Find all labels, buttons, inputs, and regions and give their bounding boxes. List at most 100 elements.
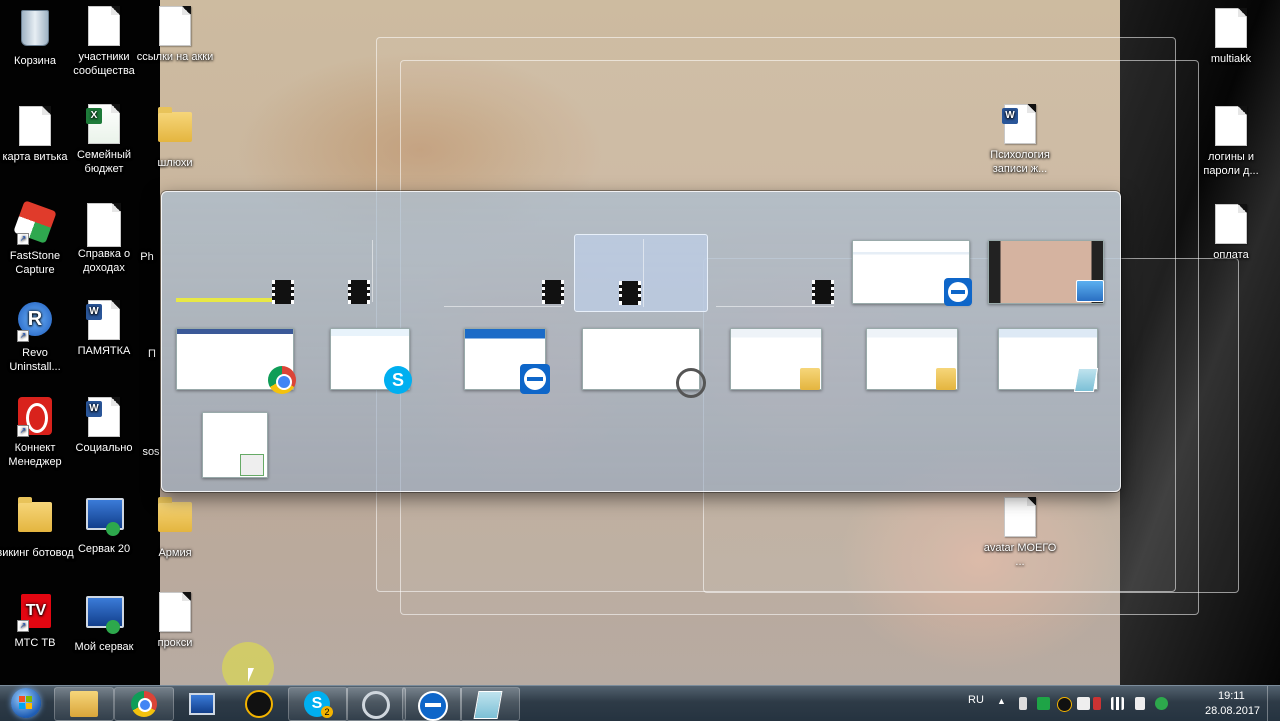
teamviewer-icon: [520, 364, 550, 394]
show-desktop-button[interactable]: [1267, 686, 1280, 721]
folder-icon: [800, 368, 820, 390]
taskbar-button-notepad[interactable]: [460, 687, 520, 721]
folder-icon: [157, 107, 193, 152]
word-document-icon: W: [1002, 104, 1038, 144]
desktop-icon-servak-20[interactable]: Сервак 20: [64, 494, 144, 556]
desktop-icon-label: avatar МОЕГО ...: [983, 542, 1057, 568]
switcher-item-window[interactable]: [582, 328, 706, 398]
switcher-item-video[interactable]: [308, 236, 432, 308]
switcher-item-video[interactable]: [442, 236, 566, 308]
tray-expand-icon[interactable]: ▲: [997, 696, 1006, 706]
switcher-item-desktop[interactable]: [202, 412, 272, 480]
remote-desktop-icon: [86, 498, 124, 538]
folder-icon: [157, 497, 193, 542]
switcher-item-window[interactable]: [998, 328, 1102, 392]
desktop-icon-label: логины и пароли д...: [1203, 151, 1259, 177]
teamviewer-icon: [418, 691, 448, 721]
switcher-item-photo[interactable]: [988, 240, 1112, 308]
desktop-icon-label: multiakk: [1210, 53, 1252, 65]
desktop-icon-label: Социально: [75, 442, 133, 454]
taskbar-button-skype[interactable]: S 2: [288, 687, 348, 721]
desktop-icon-armiya[interactable]: Армия: [135, 494, 215, 560]
triangle-app-icon: [362, 691, 390, 719]
desktop-icon-label: Ph: [140, 251, 154, 263]
skype-icon: S: [384, 366, 412, 394]
taskbar-button-triangle[interactable]: [230, 687, 288, 719]
tray-network-blocked-icon[interactable]: [1077, 697, 1090, 710]
chrome-icon: [131, 691, 157, 717]
desktop-icon-uchastniki[interactable]: участники сообщества: [64, 6, 144, 78]
film-icon: [812, 280, 834, 304]
connect-manager-icon: ↗: [17, 397, 53, 437]
taskbar-button-triangle-2[interactable]: [346, 687, 406, 721]
desktop-icon-loginy[interactable]: логины и пароли д...: [1191, 106, 1271, 178]
taskbar-button-remote[interactable]: [174, 687, 232, 719]
tray-volume-icon[interactable]: [1135, 697, 1145, 710]
recycle-bin-icon: [17, 10, 53, 50]
start-button[interactable]: [4, 686, 48, 721]
film-icon: [348, 280, 370, 304]
desktop-icon-label: Семейный бюджет: [76, 149, 131, 175]
switcher-item-window[interactable]: S: [330, 328, 420, 394]
desktop-icon-psihologiya[interactable]: W Психология записи ж...: [980, 104, 1060, 176]
taskbar-button-chrome[interactable]: [114, 687, 174, 721]
faststone-capture-icon: ↗: [13, 200, 57, 245]
system-tray: RU ▲ 19:11 28.08.2017: [960, 686, 1280, 721]
chrome-icon: [268, 366, 296, 394]
desktop-icon-oplata[interactable]: оплата: [1191, 204, 1271, 262]
taskbar-button-teamviewer[interactable]: [402, 687, 462, 721]
clock-time[interactable]: 19:11: [1218, 690, 1245, 702]
switcher-item-window[interactable]: [852, 240, 976, 308]
desktop-icon-label: карта витька: [2, 151, 68, 163]
windows-start-icon: [11, 688, 41, 718]
desktop-icon-proksi[interactable]: прокси: [135, 592, 215, 650]
desktop-icon-shluhi[interactable]: шлюхи: [135, 104, 215, 170]
desktop-icon-avatar[interactable]: avatar МОЕГО ...: [980, 497, 1060, 569]
mouse-cursor-icon: [248, 668, 254, 682]
taskbar-button-explorer[interactable]: [54, 687, 114, 721]
tray-app-icon[interactable]: [1019, 697, 1027, 710]
switcher-item-window[interactable]: [464, 328, 554, 394]
desktop-icon-label: Revo Uninstall...: [9, 347, 61, 373]
document-icon: [1213, 8, 1249, 48]
clock-date[interactable]: 28.08.2017: [1205, 705, 1260, 717]
taskbar: S 2 RU ▲ 19:11 28.08.2017: [0, 685, 1280, 721]
document-icon: [1002, 497, 1038, 537]
desktop-icon-moy-servak[interactable]: Мой сервак: [64, 592, 144, 654]
desktop-icon-label: Мой сервак: [74, 641, 134, 653]
tray-triangle-icon[interactable]: [1057, 697, 1072, 712]
document-icon: [86, 6, 122, 46]
document-icon: [157, 6, 193, 46]
desktop-icon: [240, 454, 264, 476]
explorer-folder-icon: [70, 691, 98, 717]
desktop-icon-label: Армия: [158, 547, 192, 559]
desktop-icon-spravka[interactable]: Справка о доходах: [64, 203, 144, 275]
tray-player-icon[interactable]: [1037, 697, 1050, 710]
switcher-item-window[interactable]: [730, 328, 826, 392]
folder-icon: [17, 497, 53, 542]
desktop-icon-label: МТС ТВ: [14, 637, 56, 649]
photo-viewer-icon: [1076, 280, 1104, 302]
switcher-item-video-selected[interactable]: [574, 234, 708, 312]
switcher-item-video[interactable]: [174, 236, 298, 308]
switcher-item-video[interactable]: [714, 236, 838, 308]
tray-sync-icon[interactable]: [1155, 697, 1168, 710]
desktop-icon-multiakk[interactable]: multiakk: [1191, 8, 1271, 66]
switcher-item-window[interactable]: [176, 328, 300, 394]
desktop-icon-ssylki[interactable]: ссылки на акки: [135, 6, 215, 64]
window-switcher: S: [161, 191, 1121, 492]
language-indicator[interactable]: RU: [968, 694, 984, 706]
folder-icon: [936, 368, 956, 390]
tray-speaker-icon[interactable]: [1093, 697, 1101, 710]
triangle-app-icon: [245, 690, 273, 718]
tray-signal-icon[interactable]: [1111, 697, 1124, 710]
mts-tv-icon: TV ↗: [17, 592, 53, 632]
desktop-icon-label: оплата: [1213, 249, 1249, 261]
desktop-icon-label: участники сообщества: [73, 51, 135, 77]
desktop-icon-label: Справка о доходах: [77, 248, 131, 274]
desktop-icon-label: шлюхи: [157, 157, 193, 169]
desktop-icon-label: Корзина: [14, 55, 56, 67]
switcher-item-window[interactable]: [866, 328, 962, 392]
remote-desktop-icon: [189, 693, 215, 715]
desktop-icon-budget[interactable]: X Семейный бюджет: [64, 104, 144, 176]
